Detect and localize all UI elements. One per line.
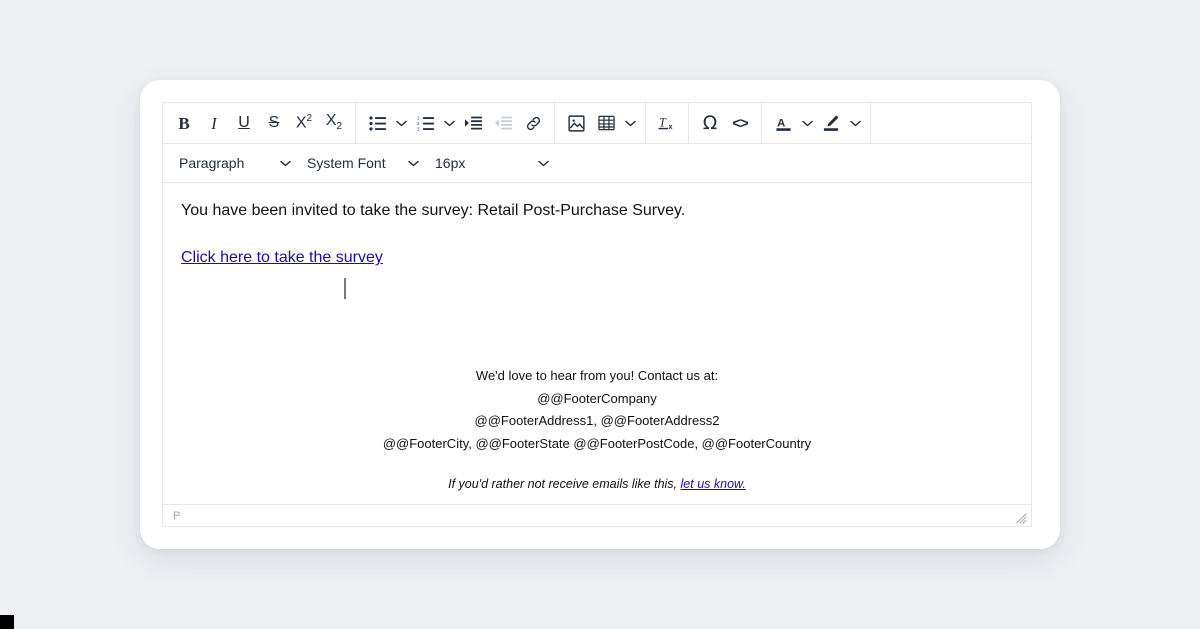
font-size-value: 16px: [435, 155, 466, 171]
take-survey-link[interactable]: Click here to take the survey: [181, 249, 383, 266]
rich-text-editor: B I U S X2 X2 1 2 3 T x Ω <> A Paragraph…: [162, 102, 1032, 527]
resize-grip-icon[interactable]: [1015, 511, 1027, 524]
email-body[interactable]: You have been invited to take the survey…: [163, 199, 1031, 269]
svg-text:A: A: [777, 117, 785, 129]
element-path[interactable]: P: [173, 510, 181, 522]
survey-link-paragraph: Click here to take the survey: [181, 246, 1013, 269]
chevron-down-icon[interactable]: [440, 107, 458, 140]
svg-text:1: 1: [417, 116, 420, 121]
unsubscribe-text: If you'd rather not receive emails like …: [448, 477, 678, 491]
image-icon[interactable]: [561, 107, 591, 140]
footer-line: @@FooterCity, @@FooterState @@FooterPost…: [382, 435, 812, 451]
footer-line: We'd love to hear from you! Contact us a…: [475, 368, 719, 383]
footer-line: @@FooterAddress1, @@FooterAddress2: [474, 413, 720, 428]
superscript-icon[interactable]: X2: [289, 107, 319, 140]
screenshot-stage: B I U S X2 X2 1 2 3 T x Ω <> A Paragraph…: [0, 0, 1200, 629]
toolbar-group-insert: [555, 103, 646, 143]
subscript-icon[interactable]: X2: [319, 107, 349, 140]
unsubscribe-line: If you'd rather not receive emails like …: [163, 477, 1031, 491]
editor-toolbar-primary: B I U S X2 X2 1 2 3 T x Ω <> A: [163, 103, 1031, 144]
block-format-select[interactable]: Paragraph: [171, 148, 299, 178]
link-icon[interactable]: [518, 107, 548, 140]
italic-icon[interactable]: I: [199, 107, 229, 140]
increase-indent-icon[interactable]: [458, 107, 488, 140]
bold-icon[interactable]: B: [169, 107, 199, 140]
invitation-text: You have been invited to take the survey…: [181, 202, 686, 219]
chevron-down-icon[interactable]: [392, 107, 410, 140]
font-family-select[interactable]: System Font: [299, 148, 427, 178]
toolbar-group-lists: 1 2 3: [356, 103, 555, 143]
svg-text:x: x: [668, 122, 673, 131]
text-color-icon[interactable]: A: [768, 107, 798, 140]
chevron-down-icon[interactable]: [798, 107, 816, 140]
source-code-icon[interactable]: <>: [725, 107, 755, 140]
chevron-down-icon[interactable]: [846, 107, 864, 140]
editor-content-area[interactable]: You have been invited to take the survey…: [163, 183, 1031, 504]
font-family-value: System Font: [307, 155, 386, 171]
email-footer[interactable]: We'd love to hear from you! Contact us a…: [163, 365, 1031, 491]
toolbar-group-colors: A: [762, 103, 871, 143]
editor-statusbar: P: [163, 504, 1031, 526]
toolbar-group-special: Ω <>: [689, 103, 762, 143]
font-size-select[interactable]: 16px: [427, 148, 557, 178]
chevron-down-icon: [538, 160, 557, 167]
svg-text:T: T: [659, 115, 667, 129]
clear-formatting-icon[interactable]: T x: [652, 107, 682, 140]
toolbar-empty-space: [871, 103, 1031, 143]
highlight-color-icon[interactable]: [816, 107, 846, 140]
strikethrough-icon[interactable]: S: [259, 107, 289, 140]
toolbar-group-formatting: B I U S X2 X2: [163, 103, 356, 143]
block-format-value: Paragraph: [179, 155, 245, 171]
decrease-indent-icon[interactable]: [488, 107, 518, 140]
editor-card: B I U S X2 X2 1 2 3 T x Ω <> A Paragraph…: [140, 80, 1060, 549]
svg-text:2: 2: [417, 121, 420, 126]
bullet-list-icon[interactable]: [362, 107, 392, 140]
chevron-down-icon: [280, 160, 299, 167]
text-caret: [344, 278, 346, 299]
editor-toolbar-secondary: Paragraph System Font 16px: [163, 144, 1031, 183]
numbered-list-icon[interactable]: 1 2 3: [410, 107, 440, 140]
toolbar-group-clear: T x: [646, 103, 689, 143]
table-icon[interactable]: [591, 107, 621, 140]
omega-icon[interactable]: Ω: [695, 107, 725, 140]
corner-marker: [0, 615, 14, 629]
unsubscribe-link[interactable]: let us know.: [681, 477, 746, 491]
svg-text:3: 3: [417, 126, 420, 130]
chevron-down-icon: [408, 160, 427, 167]
underline-icon[interactable]: U: [229, 107, 259, 140]
footer-line: @@FooterCompany: [537, 390, 657, 406]
chevron-down-icon[interactable]: [621, 107, 639, 140]
